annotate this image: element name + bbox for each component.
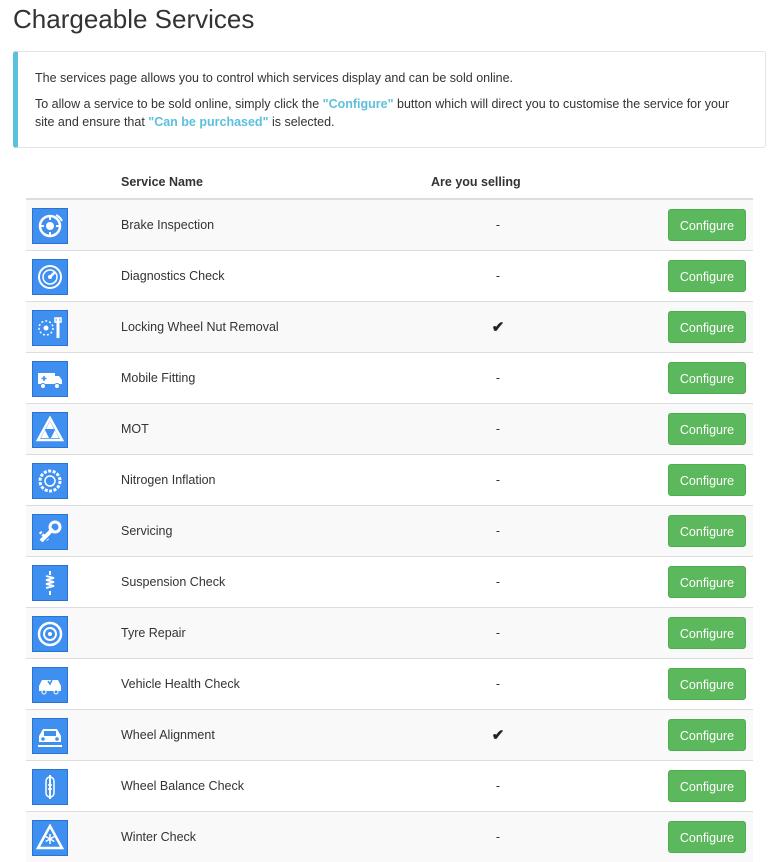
service-name: Brake Inspection bbox=[121, 199, 431, 251]
not-selling-dash: - bbox=[496, 830, 500, 844]
nitrogen-tyre-icon bbox=[32, 463, 68, 499]
not-selling-dash: - bbox=[496, 473, 500, 487]
table-row: Tyre Repair - Configure bbox=[26, 608, 753, 659]
brake-icon bbox=[32, 208, 68, 244]
configure-button[interactable]: Configure bbox=[668, 260, 746, 292]
can-be-purchased-highlight: "Can be purchased" bbox=[148, 115, 268, 129]
not-selling-dash: - bbox=[496, 677, 500, 691]
configure-button[interactable]: Configure bbox=[668, 311, 746, 343]
service-name: Suspension Check bbox=[121, 557, 431, 608]
not-selling-dash: - bbox=[496, 422, 500, 436]
not-selling-dash: - bbox=[496, 269, 500, 283]
info-line-1: The services page allows you to control … bbox=[35, 69, 748, 87]
service-name: Winter Check bbox=[121, 812, 431, 862]
configure-button[interactable]: Configure bbox=[668, 515, 746, 547]
service-name: Tyre Repair bbox=[121, 608, 431, 659]
tyre-icon bbox=[32, 616, 68, 652]
table-row: Diagnostics Check - Configure bbox=[26, 251, 753, 302]
gauge-icon bbox=[32, 259, 68, 295]
not-selling-dash: - bbox=[496, 779, 500, 793]
not-selling-dash: - bbox=[496, 524, 500, 538]
configure-button[interactable]: Configure bbox=[668, 821, 746, 853]
configure-button[interactable]: Configure bbox=[668, 413, 746, 445]
table-row: MOT - Configure bbox=[26, 404, 753, 455]
balance-icon bbox=[32, 769, 68, 805]
service-name: MOT bbox=[121, 404, 431, 455]
configure-button[interactable]: Configure bbox=[668, 464, 746, 496]
table-row: Servicing - Configure bbox=[26, 506, 753, 557]
table-row: Wheel Alignment ✔ Configure bbox=[26, 710, 753, 761]
table-row: Mobile Fitting - Configure bbox=[26, 353, 753, 404]
header-service-name: Service Name bbox=[121, 166, 431, 199]
not-selling-dash: - bbox=[496, 626, 500, 640]
info-box: The services page allows you to control … bbox=[13, 51, 766, 148]
not-selling-dash: - bbox=[496, 575, 500, 589]
car-front-icon bbox=[32, 718, 68, 754]
not-selling-dash: - bbox=[496, 371, 500, 385]
service-name: Servicing bbox=[121, 506, 431, 557]
selling-check-icon: ✔ bbox=[492, 319, 505, 336]
service-name: Wheel Alignment bbox=[121, 710, 431, 761]
snow-warning-icon bbox=[32, 820, 68, 856]
table-row: Vehicle Health Check - Configure bbox=[26, 659, 753, 710]
not-selling-dash: - bbox=[496, 218, 500, 232]
table-header-row: Service Name Are you selling bbox=[26, 166, 753, 199]
table-row: Locking Wheel Nut Removal ✔ Configure bbox=[26, 302, 753, 353]
configure-button[interactable]: Configure bbox=[668, 770, 746, 802]
table-row: Wheel Balance Check - Configure bbox=[26, 761, 753, 812]
table-row: Winter Check - Configure bbox=[26, 812, 753, 862]
wheel-nut-wrench-icon bbox=[32, 310, 68, 346]
table-row: Brake Inspection - Configure bbox=[26, 199, 753, 251]
service-name: Wheel Balance Check bbox=[121, 761, 431, 812]
info-line-2: To allow a service to be sold online, si… bbox=[35, 95, 748, 131]
mot-triangle-icon bbox=[32, 412, 68, 448]
configure-button[interactable]: Configure bbox=[668, 362, 746, 394]
configure-button[interactable]: Configure bbox=[668, 617, 746, 649]
service-name: Nitrogen Inflation bbox=[121, 455, 431, 506]
van-icon bbox=[32, 361, 68, 397]
configure-highlight: "Configure" bbox=[323, 97, 394, 111]
table-row: Suspension Check - Configure bbox=[26, 557, 753, 608]
header-are-you-selling: Are you selling bbox=[431, 166, 565, 199]
car-health-icon bbox=[32, 667, 68, 703]
services-table: Service Name Are you selling Brake Inspe… bbox=[26, 166, 753, 862]
service-name: Diagnostics Check bbox=[121, 251, 431, 302]
configure-button[interactable]: Configure bbox=[668, 668, 746, 700]
selling-check-icon: ✔ bbox=[492, 727, 505, 744]
configure-button[interactable]: Configure bbox=[668, 719, 746, 751]
page-title: Chargeable Services bbox=[13, 2, 254, 36]
service-name: Mobile Fitting bbox=[121, 353, 431, 404]
suspension-spring-icon bbox=[32, 565, 68, 601]
table-row: Nitrogen Inflation - Configure bbox=[26, 455, 753, 506]
service-name: Locking Wheel Nut Removal bbox=[121, 302, 431, 353]
configure-button[interactable]: Configure bbox=[668, 209, 746, 241]
configure-button[interactable]: Configure bbox=[668, 566, 746, 598]
service-name: Vehicle Health Check bbox=[121, 659, 431, 710]
wrench-icon bbox=[32, 514, 68, 550]
